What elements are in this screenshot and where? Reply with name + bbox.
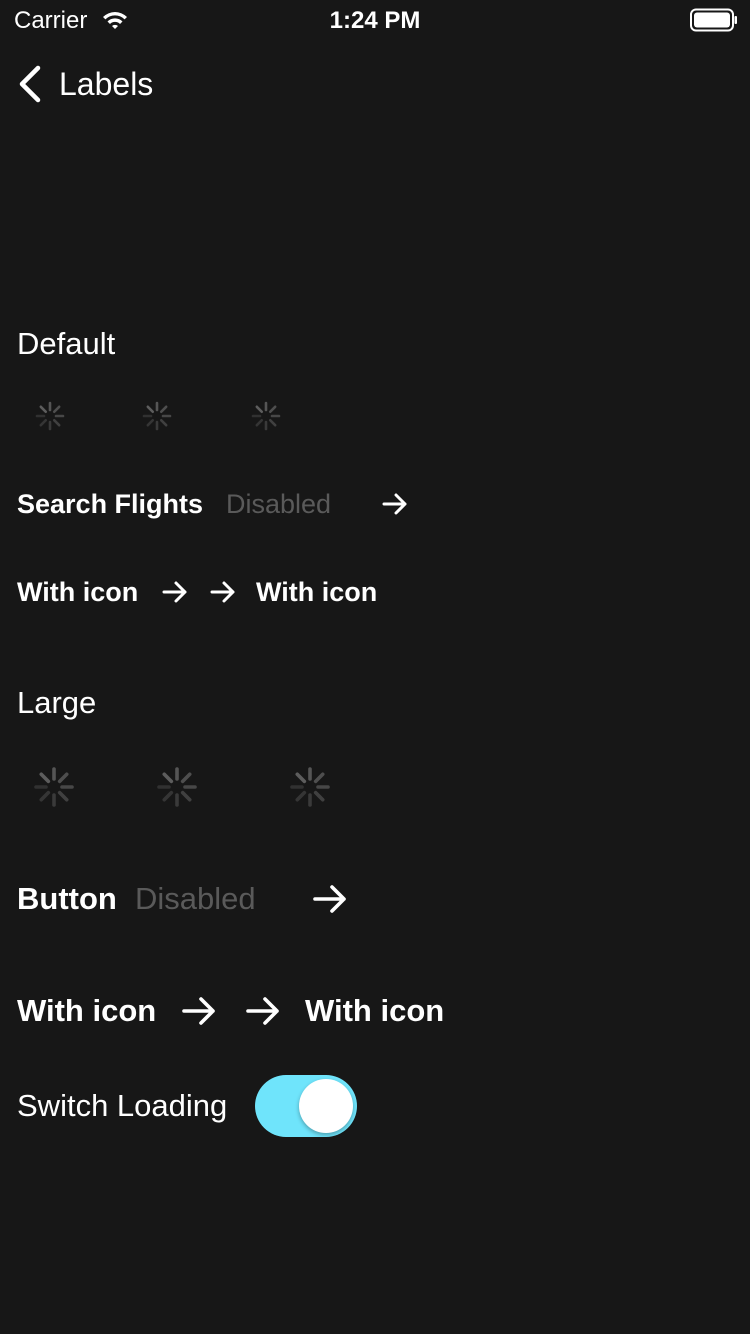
arrow-right-icon[interactable] [161,578,189,606]
spinner-icon [251,401,281,431]
status-time: 1:24 PM [329,7,421,34]
large-button[interactable]: Button [17,879,117,919]
arrow-right-icon[interactable] [312,881,348,917]
spinner-icon [142,401,172,431]
section-title-default: Default [17,326,116,361]
arrow-right-icon[interactable] [209,578,237,606]
disabled-button: Disabled [226,489,332,519]
with-icon-button-large-right[interactable]: With icon [305,991,444,1031]
nav-title: Labels [59,66,154,102]
spinner-icon [35,401,65,431]
spinner-icon [290,767,330,807]
section-title-large: Large [17,685,97,720]
disabled-button-large: Disabled [135,881,256,916]
arrow-right-icon[interactable] [381,490,409,518]
arrow-right-icon[interactable] [245,993,281,1029]
chevron-left-icon[interactable] [14,62,46,106]
arrow-right-icon[interactable] [181,993,217,1029]
battery-icon [690,8,737,32]
spinner-icon [34,767,74,807]
screen: Carrier 1:24 PM Labels Default Search Fl… [0,0,750,1334]
with-icon-button-left[interactable]: With icon [17,575,138,609]
search-flights-button[interactable]: Search Flights [17,487,203,521]
switch-label: Switch Loading [17,1088,228,1123]
switch-knob [299,1079,353,1133]
with-icon-button-large-left[interactable]: With icon [17,991,156,1031]
switch-loading-toggle[interactable] [255,1075,357,1137]
with-icon-button-right[interactable]: With icon [256,575,377,609]
spinner-icon [157,767,197,807]
